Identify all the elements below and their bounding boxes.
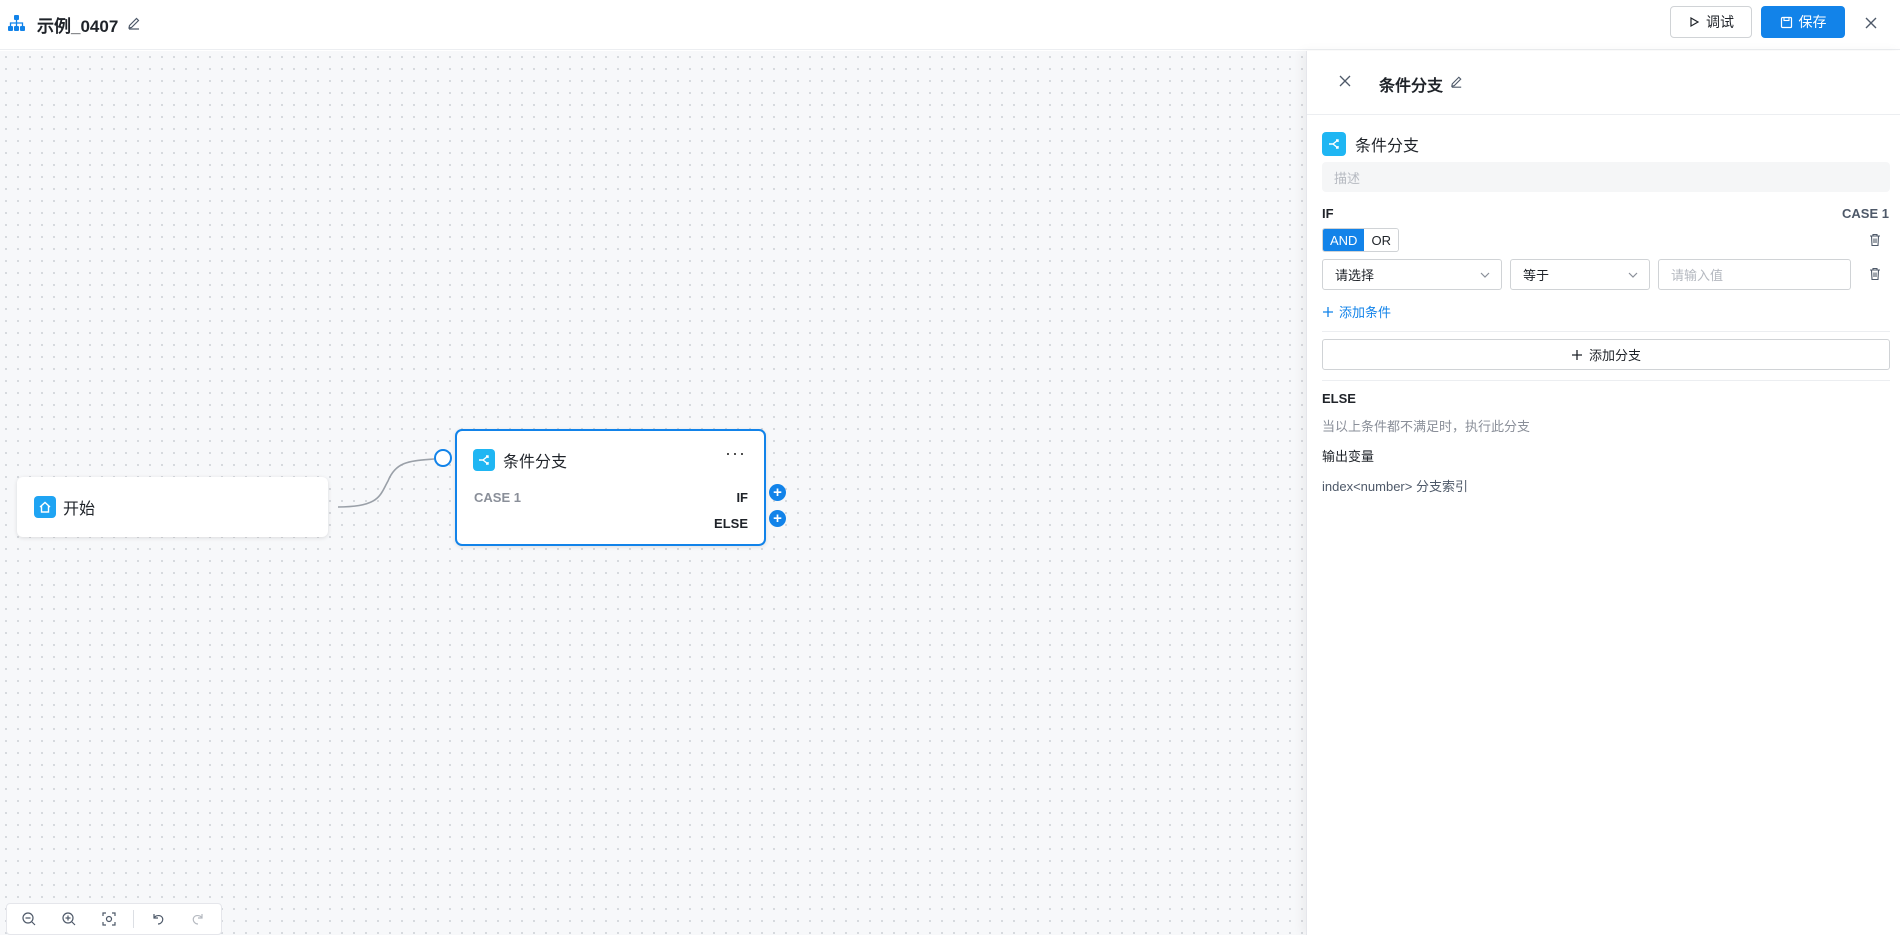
plus-icon	[1323, 306, 1333, 317]
else-label: ELSE	[1322, 391, 1356, 406]
plus-icon	[1571, 349, 1582, 360]
home-icon	[34, 496, 56, 518]
workflow-canvas[interactable]: 开始 条件分支 ··· CASE 1 IF ELSE + +	[0, 51, 1306, 935]
panel-title: 条件分支	[1379, 78, 1444, 95]
or-button[interactable]: OR	[1364, 229, 1398, 251]
branch-icon	[473, 449, 495, 471]
delete-case-icon[interactable]	[1867, 232, 1883, 248]
logic-toggle: AND OR	[1322, 228, 1399, 252]
add-condition-label: 添加条件	[1339, 305, 1392, 320]
node-config-panel: 条件分支 条件分支 描述 IF CASE 1 AND OR 请选择 等于 请输入…	[1306, 51, 1900, 935]
panel-node-header: 条件分支	[1322, 132, 1419, 156]
chevron-down-icon	[1480, 272, 1490, 278]
condition-node-header: 条件分支	[473, 448, 567, 472]
case-label: CASE 1	[1842, 206, 1889, 221]
start-node[interactable]: 开始	[17, 477, 328, 537]
condition-node-title: 条件分支	[503, 454, 568, 471]
delete-condition-icon[interactable]	[1867, 266, 1883, 282]
operator-select-value: 等于	[1523, 268, 1550, 283]
play-icon	[1690, 16, 1700, 28]
output-variable: index<number> 分支索引	[1322, 479, 1468, 494]
workflow-title: 示例_0407	[37, 17, 119, 36]
toolbar-divider	[133, 910, 134, 928]
value-input[interactable]: 请输入值	[1658, 259, 1851, 290]
panel-node-title: 条件分支	[1355, 138, 1420, 155]
condition-node[interactable]: 条件分支 ··· CASE 1 IF ELSE	[455, 429, 766, 546]
canvas-toolbar	[6, 903, 222, 935]
else-label: ELSE	[714, 516, 748, 531]
and-button[interactable]: AND	[1323, 229, 1365, 251]
add-condition-button[interactable]: 添加条件	[1322, 302, 1391, 321]
add-branch-button[interactable]: 添加分支	[1322, 339, 1890, 370]
debug-button-label: 调试	[1706, 14, 1734, 30]
chevron-down-icon	[1628, 272, 1638, 278]
save-icon	[1780, 16, 1792, 28]
field-select-value: 请选择	[1335, 268, 1375, 283]
workflow-icon	[8, 15, 25, 31]
redo-icon[interactable]	[188, 909, 208, 929]
close-icon[interactable]	[1862, 14, 1880, 32]
divider	[1322, 331, 1890, 332]
zoom-out-icon[interactable]	[19, 909, 39, 929]
more-icon[interactable]: ···	[725, 443, 746, 464]
if-label: IF	[1322, 206, 1334, 221]
save-button-label: 保存	[1798, 14, 1827, 30]
case-label: CASE 1	[474, 490, 521, 505]
if-label: IF	[736, 490, 748, 505]
divider	[1322, 380, 1890, 381]
else-description: 当以上条件都不满足时，执行此分支	[1322, 419, 1531, 434]
input-port[interactable]	[434, 449, 452, 467]
description-input[interactable]: 描述	[1322, 162, 1890, 192]
operator-select[interactable]: 等于	[1510, 259, 1650, 290]
output-variables-label: 输出变量	[1322, 449, 1375, 464]
zoom-in-icon[interactable]	[59, 909, 79, 929]
branch-icon	[1322, 132, 1346, 156]
close-panel-icon[interactable]	[1337, 73, 1353, 89]
add-if-branch-icon[interactable]: +	[769, 484, 786, 501]
top-header: 示例_0407 调试 保存	[0, 0, 1900, 50]
edit-title-icon[interactable]	[126, 15, 142, 31]
add-else-branch-icon[interactable]: +	[769, 510, 786, 527]
save-button[interactable]: 保存	[1761, 6, 1845, 38]
fit-view-icon[interactable]	[99, 909, 119, 929]
field-select[interactable]: 请选择	[1322, 259, 1502, 290]
undo-icon[interactable]	[148, 909, 168, 929]
start-node-label: 开始	[63, 501, 96, 518]
edit-panel-title-icon[interactable]	[1449, 74, 1464, 89]
panel-divider	[1307, 114, 1900, 115]
debug-button[interactable]: 调试	[1670, 6, 1752, 38]
add-branch-label: 添加分支	[1588, 348, 1641, 363]
